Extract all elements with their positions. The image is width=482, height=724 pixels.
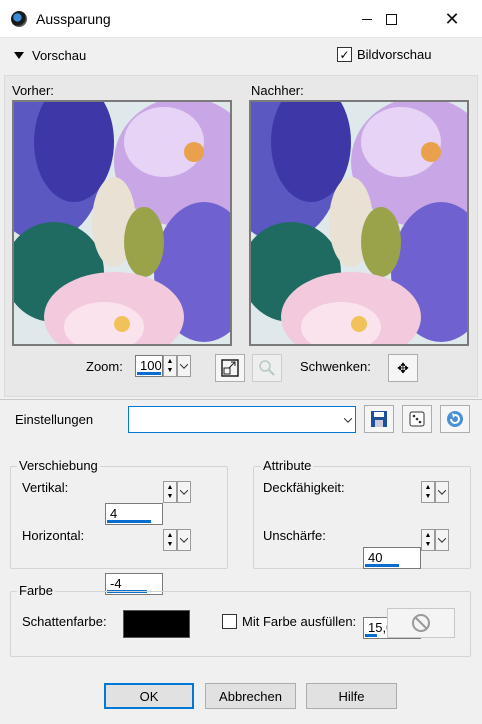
opacity-dropdown[interactable] [435,481,449,503]
fill-color-button[interactable] [387,608,455,638]
move-icon: ✥ [397,359,409,376]
zoom-magnifier-icon [259,360,275,376]
preview-toggle-label: Vorschau [32,48,87,63]
horizontal-label: Horizontal: [22,528,85,543]
pan-button[interactable]: ✥ [388,354,418,382]
pan-label: Schwenken: [300,359,371,374]
zoom-reset-button[interactable] [252,354,282,382]
attributes-title: Attribute [261,458,314,473]
vertical-dropdown[interactable] [177,481,191,503]
before-preview-image[interactable] [12,100,232,346]
close-icon: ✕ [444,9,460,29]
ok-button[interactable]: OK [104,683,194,709]
fill-color-label: Mit Farbe ausfüllen: [242,614,357,629]
window-title: Aussparung [36,11,111,27]
vertical-input[interactable]: 4 [105,503,163,525]
chevron-down-icon [343,413,353,423]
horizontal-dropdown[interactable] [177,529,191,551]
opacity-input[interactable]: 40 [363,547,421,569]
after-preview-image[interactable] [249,100,469,346]
app-icon [11,11,27,27]
opacity-label: Deckfähigkeit: [263,480,345,495]
maximize-icon [385,13,397,25]
after-label: Nachher: [251,83,304,98]
zoom-slider-bar [137,372,161,375]
reset-button[interactable] [440,405,470,433]
displacement-title: Verschiebung [17,458,100,473]
save-icon [371,411,387,427]
opacity-value: 40 [368,550,383,565]
preview-toggle[interactable]: Vorschau [14,48,86,63]
blur-dropdown[interactable] [435,529,449,551]
blur-spinner[interactable]: ▲ ▼ [421,529,435,551]
checkmark-icon: ✓ [337,47,352,62]
opacity-slider-bar [365,564,399,567]
opacity-spinner[interactable]: ▲ ▼ [421,481,435,503]
chevron-down-icon [179,360,189,369]
vertical-slider-bar [107,520,151,523]
before-label: Vorher: [12,83,54,98]
horizontal-spinner[interactable]: ▲ ▼ [163,529,177,551]
vertical-value: 4 [110,506,118,521]
help-button[interactable]: Hilfe [306,683,397,709]
blur-label: Unschärfe: [263,528,326,543]
no-symbol-icon [412,614,430,632]
zoom-spinner[interactable]: ▲ ▼ [163,355,177,377]
shadow-color-label: Schattenfarbe: [22,614,107,629]
zoom-input[interactable]: 100 [135,355,163,377]
settings-label: Einstellungen [15,412,94,427]
chevron-down-icon [437,534,447,543]
bildvorschau-label: Bildvorschau [357,47,432,62]
bildvorschau-checkbox[interactable]: ✓ Bildvorschau [337,47,431,62]
shadow-color-swatch[interactable] [123,610,190,638]
chevron-down-icon [179,534,189,543]
zoom-dropdown[interactable] [177,355,191,377]
maximize-button[interactable] [368,0,414,38]
fill-color-checkbox[interactable]: Mit Farbe ausfüllen: [222,614,356,629]
separator [0,399,482,400]
preset-dropdown[interactable] [128,406,356,433]
chevron-down-icon [437,486,447,495]
reset-icon [447,411,463,427]
zoom-label: Zoom: [86,359,123,374]
vertical-spinner[interactable]: ▲ ▼ [163,481,177,503]
zoom-fit-icon [221,359,239,377]
close-button[interactable]: ✕ [429,0,475,38]
cancel-button[interactable]: Abbrechen [205,683,296,709]
checkbox-box [222,614,237,629]
dice-icon [409,411,425,427]
zoom-value: 100 [140,358,162,373]
randomize-button[interactable] [402,405,432,433]
collapse-triangle-icon [14,52,24,59]
chevron-down-icon [179,486,189,495]
vertical-label: Vertikal: [22,480,69,495]
zoom-fit-button[interactable] [215,354,245,382]
color-title: Farbe [17,583,55,598]
save-preset-button[interactable] [364,405,394,433]
horizontal-value: -4 [110,576,122,591]
